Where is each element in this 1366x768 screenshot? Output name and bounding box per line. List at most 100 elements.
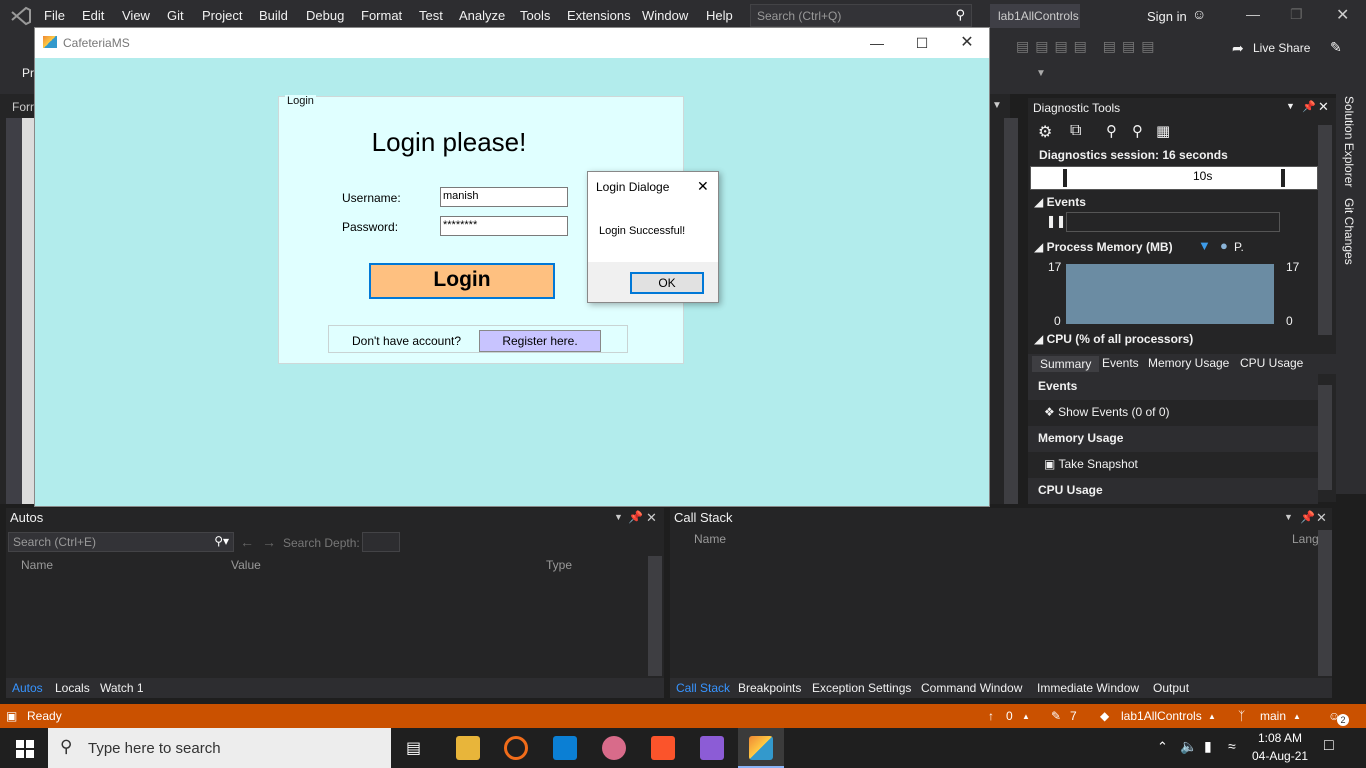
memory-section-header[interactable]: ◢ Process Memory (MB) [1034,240,1173,254]
autos-pin-icon[interactable]: 📌 [628,510,643,524]
menu-analyze[interactable]: Analyze [459,8,505,23]
menu-extensions[interactable]: Extensions [567,8,631,23]
autos-close-icon[interactable]: ✕ [646,510,657,526]
app-minimize-icon[interactable]: — [857,31,897,55]
task-view-icon[interactable]: ▤ [406,738,421,758]
diagnostics-summary-scrollbar[interactable] [1318,385,1332,490]
menu-git[interactable]: Git [167,8,184,23]
pause-icon[interactable]: ❚❚ [1046,214,1066,228]
autos-col-value[interactable]: Value [231,558,261,572]
tab-memory-usage[interactable]: Memory Usage [1148,356,1229,370]
form-designer-tab[interactable]: Forr [12,100,34,114]
forward-arrow-icon[interactable]: → [262,534,276,550]
toolbar-dropdown-icon[interactable]: ▼ [1036,68,1046,79]
document-scrollbar[interactable] [1004,118,1018,504]
menu-view[interactable]: View [122,8,150,23]
ok-button[interactable]: OK [630,272,704,294]
show-hidden-icons[interactable]: ⌃ [1157,739,1168,755]
branch-name[interactable]: main [1260,709,1286,723]
app-close-icon[interactable]: ✕ [947,31,987,55]
call-stack-col-name[interactable]: Name [694,532,726,546]
events-section-header[interactable]: ◢ Events [1034,195,1086,209]
tab-cpu-usage[interactable]: CPU Usage [1240,356,1303,370]
tab-locals[interactable]: Locals [55,681,90,695]
visual-studio-taskbar-icon[interactable] [700,736,724,760]
menu-help[interactable]: Help [706,8,733,23]
tab-summary[interactable]: Summary [1032,356,1100,372]
restore-icon[interactable]: ❐ [1290,6,1303,23]
tab-breakpoints[interactable]: Breakpoints [738,681,801,695]
menu-file[interactable]: File [44,8,65,23]
menu-window[interactable]: Window [642,8,688,23]
changes-count[interactable]: 7 [1070,709,1077,723]
layout-tools-icon[interactable]: ▤▤▤▤ ▤▤▤ [1016,38,1160,55]
menu-test[interactable]: Test [419,8,443,23]
push-count[interactable]: 0 [1006,709,1013,723]
filter-icon[interactable]: ▼ [1198,238,1211,253]
take-snapshot-button[interactable]: ▣ Take Snapshot [1028,452,1318,478]
settings-gear-icon[interactable]: ⚙ [1038,122,1052,142]
pane-close-icon[interactable]: ✕ [1318,99,1329,115]
autos-col-type[interactable]: Type [546,558,572,572]
diagnostics-graph-scrollbar[interactable] [1318,125,1332,335]
volume-icon[interactable]: 🔈 [1180,738,1197,755]
action-center-icon[interactable]: □ [1324,737,1334,755]
autos-col-name[interactable]: Name [21,558,53,572]
login-button[interactable]: Login [369,263,555,299]
tab-events[interactable]: Events [1102,356,1139,370]
call-stack-pin-icon[interactable]: 📌 [1300,510,1315,524]
tab-call-stack[interactable]: Call Stack [676,681,730,695]
feedback-icon[interactable]: ✎ [1330,39,1342,56]
vscode-icon[interactable] [553,736,577,760]
call-stack-dropdown-icon[interactable]: ▼ [1284,512,1293,522]
paint-app-icon[interactable] [602,736,626,760]
repo-dropdown-icon[interactable]: ▲ [1208,712,1216,721]
search-depth-select[interactable] [362,532,400,552]
menu-build[interactable]: Build [259,8,288,23]
autos-dropdown-icon[interactable]: ▼ [614,512,623,522]
cafeteria-titlebar[interactable]: CafeteriaMS — ☐ ✕ [35,28,989,58]
jupyter-icon[interactable] [504,736,528,760]
username-field[interactable]: manish [440,187,568,207]
push-dropdown-icon[interactable]: ▲ [1022,712,1030,721]
cafeteria-taskbar-button[interactable] [738,728,784,768]
brave-browser-icon[interactable] [651,736,675,760]
password-field[interactable]: ******** [440,216,568,236]
menu-tools[interactable]: Tools [520,8,550,23]
timeline-start-handle[interactable] [1063,169,1067,187]
tab-exception-settings[interactable]: Exception Settings [812,681,911,695]
cpu-section-header[interactable]: ◢ CPU (% of all processors) [1034,332,1193,346]
register-button[interactable]: Register here. [479,330,601,352]
autos-scrollbar[interactable] [648,556,662,676]
pin-icon[interactable]: 📌 [1302,100,1316,113]
zoom-in-icon[interactable]: ⚲ [1106,122,1117,140]
show-events-link[interactable]: ❖ Show Events (0 of 0) [1028,400,1318,426]
file-explorer-icon[interactable] [456,736,480,760]
tab-autos[interactable]: Autos [12,681,43,695]
tab-dropdown-icon[interactable]: ▼ [992,100,1002,111]
taskbar-search-box[interactable]: ⚲ Type here to search [48,728,391,768]
call-stack-scrollbar[interactable] [1318,530,1332,676]
battery-icon[interactable]: ▮ [1204,738,1212,755]
branch-dropdown-icon[interactable]: ▲ [1293,712,1301,721]
git-changes-tab[interactable]: Git Changes [1342,198,1356,265]
export-icon[interactable]: ⧉ [1070,122,1081,140]
tab-output[interactable]: Output [1153,681,1189,695]
search-input[interactable]: Search (Ctrl+Q) ⚲ [750,4,972,27]
live-share-button[interactable]: Live Share [1253,41,1310,55]
wifi-icon[interactable]: ≈ [1228,738,1236,754]
back-arrow-icon[interactable]: ← [240,534,254,550]
solution-explorer-tab[interactable]: Solution Explorer [1342,96,1356,187]
minimize-icon[interactable]: — [1246,6,1260,22]
call-stack-close-icon[interactable]: ✕ [1316,510,1327,526]
windows-start-icon[interactable] [16,740,34,758]
zoom-out-icon[interactable]: ⚲ [1132,122,1143,140]
tab-command-window[interactable]: Command Window [921,681,1022,695]
sign-in-link[interactable]: Sign in [1147,9,1187,24]
menu-project[interactable]: Project [202,8,242,23]
tab-immediate-window[interactable]: Immediate Window [1037,681,1139,695]
menu-debug[interactable]: Debug [306,8,344,23]
call-stack-col-lang[interactable]: Lang [1292,532,1319,546]
app-maximize-icon[interactable]: ☐ [902,31,942,55]
clock-date[interactable]: 04-Aug-21 [1252,749,1308,763]
